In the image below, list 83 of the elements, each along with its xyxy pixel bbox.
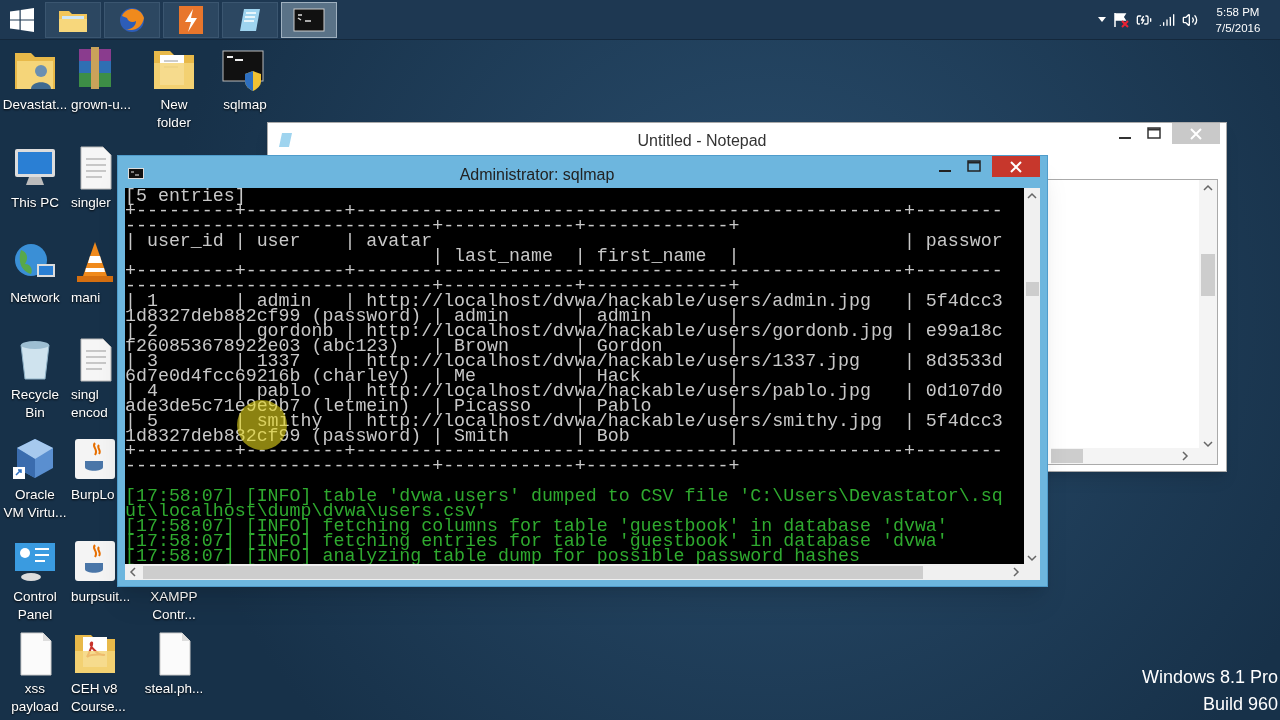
globe-icon xyxy=(118,5,146,34)
horizontal-scrollbar[interactable] xyxy=(125,564,1040,580)
desktop-icon-label[interactable]: CEH v8 Course... xyxy=(71,680,126,716)
scroll-right-icon[interactable] xyxy=(1181,451,1189,461)
scrollbar-thumb[interactable] xyxy=(143,565,923,579)
desktop-icon-label[interactable]: burpsuit... xyxy=(71,588,131,606)
desktop-icon-label[interactable]: Recycle Bin xyxy=(11,386,59,422)
desktop-icon-label[interactable]: Control Panel xyxy=(13,588,57,624)
console-line: +---------+---------+--------------------------------------------------+-------- xyxy=(125,264,1004,279)
flag-icon[interactable] xyxy=(1113,11,1129,28)
desktop-icon-label[interactable]: Devastat... xyxy=(2,96,68,114)
console-line: [17:58:07] [INFO] table 'dvwa.users' dumped to CSV file 'C:\Users\Devastator\.sq xyxy=(125,489,1004,504)
maximize-icon xyxy=(966,160,981,172)
console-line: 6d7e0d4fcc69216b (charley) | Me | Hack | xyxy=(125,369,740,384)
taskbar-app-button[interactable] xyxy=(104,1,160,38)
taskbar-app-button[interactable] xyxy=(45,1,101,38)
window-title: Administrator: sqlmap xyxy=(459,165,615,185)
console-icon xyxy=(128,168,144,179)
console-line: ----------------------------+------------+-------------+ xyxy=(125,279,740,294)
desktop-icon-label[interactable]: mani xyxy=(71,289,101,307)
console-line: +---------+---------+--------------------------------------------------+-------- xyxy=(125,444,1004,459)
console-line: | user_id | user | avatar | passwor xyxy=(125,234,1004,249)
volume-icon[interactable] xyxy=(1182,11,1198,28)
desktop-icon-label[interactable]: Oracle VM Virtu... xyxy=(3,486,67,522)
console-line: | 1 | admin | http://localhost/dvwa/hackable/users/admin.jpg | 5f4dcc3 xyxy=(125,294,1004,309)
minimize-icon xyxy=(938,169,951,172)
scroll-left-icon[interactable] xyxy=(129,567,137,577)
scrollbar-thumb[interactable] xyxy=(1051,449,1083,463)
close-button[interactable] xyxy=(992,156,1040,177)
desktop-icon-label[interactable]: Network xyxy=(10,289,60,307)
console-line: ut\localhost\dump\dvwa\users.csv' xyxy=(125,504,488,519)
minimize-icon xyxy=(1118,136,1131,139)
notepad-icon xyxy=(278,132,294,148)
console-line: | 2 | gordonb | http://localhost/dvwa/hackable/users/gordonb.jpg | e99a18c xyxy=(125,324,1004,339)
console-line: [17:58:07] [INFO] fetching entries for table 'guestbook' in database 'dvwa' xyxy=(125,534,949,549)
console-line: [5 entries] xyxy=(125,189,246,204)
console-icon xyxy=(293,7,325,32)
desktop-icon-label[interactable]: singler xyxy=(71,194,111,212)
close-icon xyxy=(1010,160,1022,173)
scrollbar-thumb[interactable] xyxy=(1201,254,1215,296)
horizontal-scrollbar[interactable] xyxy=(1051,448,1217,464)
console-line: [17:58:07] [INFO] analyzing table dump for possible password hashes xyxy=(125,549,862,564)
console-line: +---------+---------+--------------------------------------------------+-------- xyxy=(125,204,1004,219)
window-title: Untitled - Notepad xyxy=(637,131,767,151)
clock-date: 7/5/2016 xyxy=(1215,20,1261,36)
desktop-icon-label[interactable]: sqlmap xyxy=(223,96,267,114)
scroll-down-icon[interactable] xyxy=(1203,440,1213,448)
close-icon xyxy=(1190,127,1202,140)
scroll-up-icon[interactable] xyxy=(1027,192,1037,200)
console-line: [17:58:07] [INFO] fetching columns for table 'guestbook' in database 'dvwa' xyxy=(125,519,949,534)
console-line: | 4 | pablo | http://localhost/dvwa/hackable/users/pablo.jpg | 0d107d0 xyxy=(125,384,1004,399)
desktop-icon-label[interactable]: xss payload xyxy=(11,680,59,716)
bolt-icon xyxy=(177,4,205,35)
scroll-up-icon[interactable] xyxy=(1203,184,1213,192)
show-hidden-icons-icon[interactable] xyxy=(1098,16,1106,23)
desktop-icon-label[interactable]: New folder xyxy=(157,96,191,132)
edition-text: Windows 8.1 Pro xyxy=(1141,666,1278,689)
console-line: 1d8327deb882cf99 (password) | admin | admin | xyxy=(125,309,740,324)
taskbar-app-button[interactable] xyxy=(281,1,337,38)
desktop-icon-label[interactable]: BurpLo xyxy=(71,486,115,504)
console-line: | 3 | 1337 | http://localhost/dvwa/hackable/users/1337.jpg | 8d3533d xyxy=(125,354,1004,369)
scroll-down-icon[interactable] xyxy=(1027,554,1037,562)
desktop-icon-label[interactable]: XAMPP Contr... xyxy=(150,588,198,624)
clock-time: 5:58 PM xyxy=(1216,4,1260,20)
vertical-scrollbar[interactable] xyxy=(1024,188,1040,564)
vertical-scrollbar[interactable] xyxy=(1199,180,1217,448)
desktop-icon-label[interactable]: grown-u... xyxy=(71,96,132,114)
scrollbar-thumb[interactable] xyxy=(1025,282,1039,296)
taskbar-app-button[interactable] xyxy=(163,1,219,38)
desktop-icon-label[interactable]: steal.ph... xyxy=(144,680,204,698)
desktop-icon-label[interactable]: This PC xyxy=(11,194,59,212)
signal-icon[interactable] xyxy=(1159,11,1175,28)
windows-logo-icon xyxy=(10,7,34,32)
desktop-icon-label[interactable]: singl encod xyxy=(71,386,108,422)
console-line: ----------------------------+------------+-------------+ xyxy=(125,219,741,234)
taskbar-app-button[interactable] xyxy=(222,1,278,38)
console-line: f260853678922e03 (abc123) | Brown | Gordon | xyxy=(125,339,740,354)
maximize-icon xyxy=(1146,127,1161,139)
scroll-right-icon[interactable] xyxy=(1012,567,1020,577)
console-line: ----------------------------+------------+-------------+ xyxy=(125,459,741,474)
console-line: | last_name | first_name | xyxy=(432,249,740,264)
clock[interactable]: 5:58 PM 7/5/2016 xyxy=(1208,3,1268,36)
edition-text: Build 960 xyxy=(1202,693,1278,716)
